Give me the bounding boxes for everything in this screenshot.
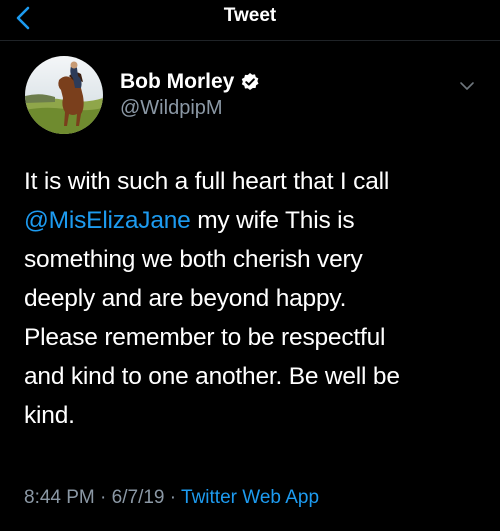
mention-link[interactable]: @MisElizaJane: [24, 207, 191, 234]
page-title: Tweet: [223, 5, 277, 26]
tweet-line-rest: my wife This is: [190, 207, 355, 234]
tweet-date: 6/7/19: [111, 487, 165, 508]
author-name[interactable]: Bob Morley: [120, 70, 260, 94]
tweet-metadata: 8:44 PM · 6/7/19 · Twitter Web App: [24, 487, 319, 509]
tweet-line: something we both cherish very: [24, 246, 363, 273]
tweet-line: Please remember to be respectful: [24, 324, 386, 351]
avatar[interactable]: [25, 56, 103, 134]
tweet-source-link[interactable]: Twitter Web App: [181, 487, 319, 508]
tweet-line: It is with such a full heart that I call: [24, 168, 390, 195]
more-options-button[interactable]: [455, 74, 479, 98]
top-bar: Tweet: [0, 0, 500, 36]
meta-separator: ·: [164, 487, 182, 508]
verified-badge-icon: [240, 72, 260, 92]
author-handle[interactable]: @WildpipM: [120, 97, 223, 120]
tweet-line: kind.: [24, 402, 75, 429]
tweet-time: 8:44 PM: [24, 487, 95, 508]
tweet-text: It is with such a full heart that I call…: [24, 162, 484, 435]
meta-separator: ·: [94, 487, 112, 508]
chevron-down-icon: [460, 82, 474, 90]
avatar-image: [25, 56, 103, 134]
header-divider: [0, 40, 500, 41]
tweet-line: @MisElizaJane my wife This is: [24, 201, 484, 240]
author-name-text: Bob Morley: [120, 70, 235, 93]
tweet-line: deeply and are beyond happy.: [24, 285, 347, 312]
tweet-line: and kind to one another. Be well be: [24, 363, 400, 390]
